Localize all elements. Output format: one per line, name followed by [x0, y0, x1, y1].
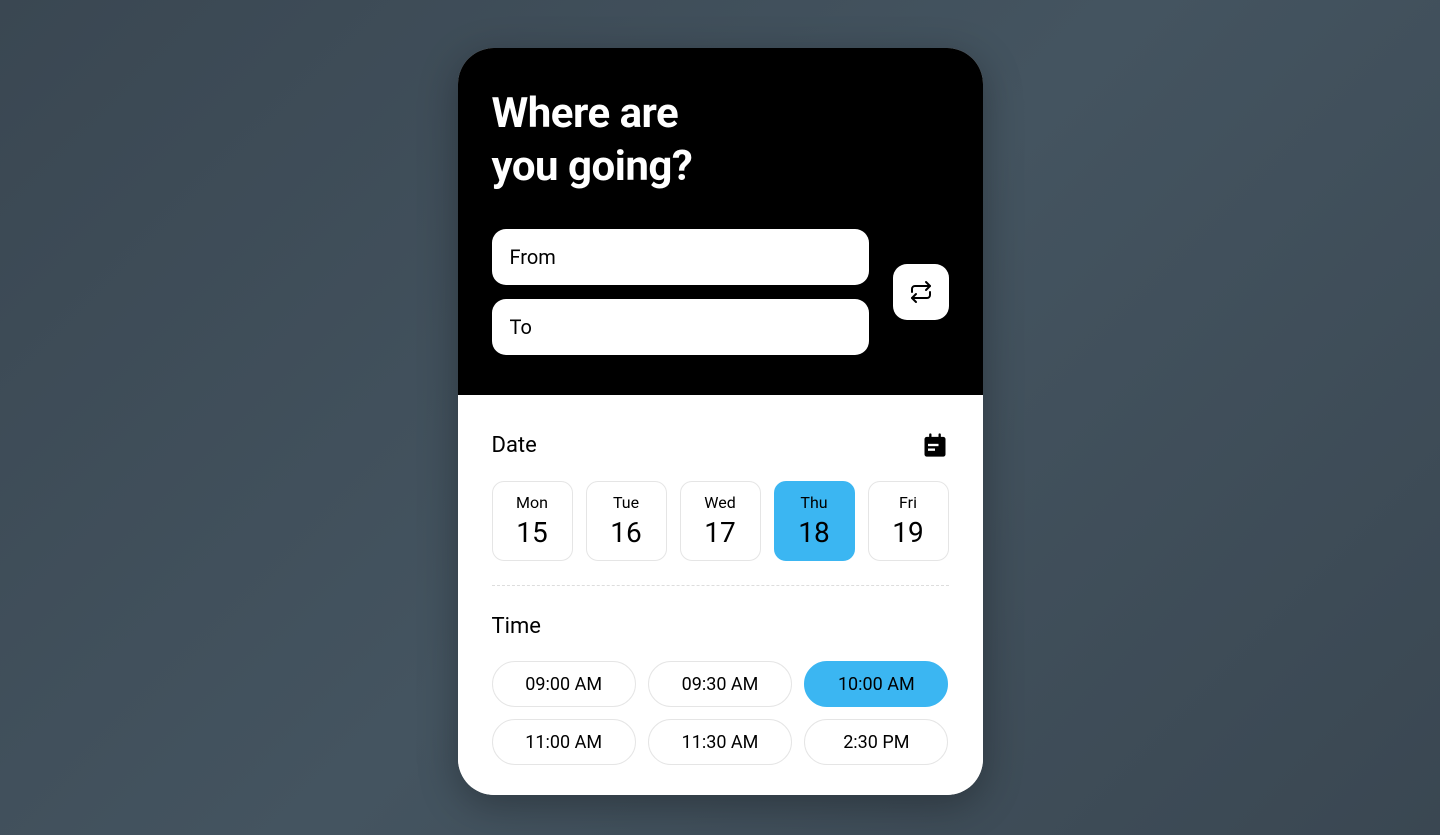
- schedule-body: Date Mon 15 Tue 16 Wed 17: [458, 395, 983, 795]
- swap-icon: [909, 280, 933, 304]
- time-text: 09:30 AM: [682, 674, 759, 695]
- date-option-18[interactable]: Thu 18: [774, 481, 855, 561]
- date-dow: Wed: [704, 493, 735, 512]
- time-text: 11:30 AM: [682, 732, 759, 753]
- page-title: Where are you going?: [492, 88, 949, 193]
- date-option-16[interactable]: Tue 16: [586, 481, 667, 561]
- time-text: 10:00 AM: [838, 674, 915, 695]
- from-input[interactable]: [492, 229, 869, 285]
- time-option-0900[interactable]: 09:00 AM: [492, 661, 636, 707]
- date-num: 17: [704, 516, 735, 549]
- time-options: 09:00 AM 09:30 AM 10:00 AM 11:00 AM 11:3…: [492, 661, 949, 765]
- date-dow: Mon: [516, 493, 548, 512]
- date-option-19[interactable]: Fri 19: [868, 481, 949, 561]
- date-num: 19: [892, 516, 923, 549]
- route-inputs-column: [492, 229, 869, 355]
- time-option-1000[interactable]: 10:00 AM: [804, 661, 948, 707]
- date-option-15[interactable]: Mon 15: [492, 481, 573, 561]
- route-inputs: [492, 229, 949, 355]
- time-option-1430[interactable]: 2:30 PM: [804, 719, 948, 765]
- date-num: 18: [798, 516, 829, 549]
- date-options: Mon 15 Tue 16 Wed 17 Thu 18 Fri 19: [492, 481, 949, 561]
- title-line-2: you going?: [492, 142, 693, 191]
- calendar-icon[interactable]: [921, 431, 949, 459]
- date-label: Date: [492, 433, 537, 458]
- to-input[interactable]: [492, 299, 869, 355]
- time-option-1100[interactable]: 11:00 AM: [492, 719, 636, 765]
- time-text: 2:30 PM: [843, 732, 909, 753]
- time-label: Time: [492, 614, 949, 639]
- date-num: 15: [516, 516, 547, 549]
- time-option-1130[interactable]: 11:30 AM: [648, 719, 792, 765]
- time-text: 11:00 AM: [525, 732, 602, 753]
- section-divider: [492, 585, 949, 586]
- date-num: 16: [610, 516, 641, 549]
- date-dow: Fri: [899, 493, 917, 512]
- date-dow: Tue: [613, 493, 639, 512]
- date-option-17[interactable]: Wed 17: [680, 481, 761, 561]
- booking-card: Where are you going? Date: [458, 48, 983, 795]
- date-dow: Thu: [800, 493, 827, 512]
- swap-button[interactable]: [893, 264, 949, 320]
- destination-header: Where are you going?: [458, 48, 983, 395]
- title-line-1: Where are: [492, 89, 679, 138]
- date-section-header: Date: [492, 431, 949, 459]
- time-text: 09:00 AM: [525, 674, 602, 695]
- time-option-0930[interactable]: 09:30 AM: [648, 661, 792, 707]
